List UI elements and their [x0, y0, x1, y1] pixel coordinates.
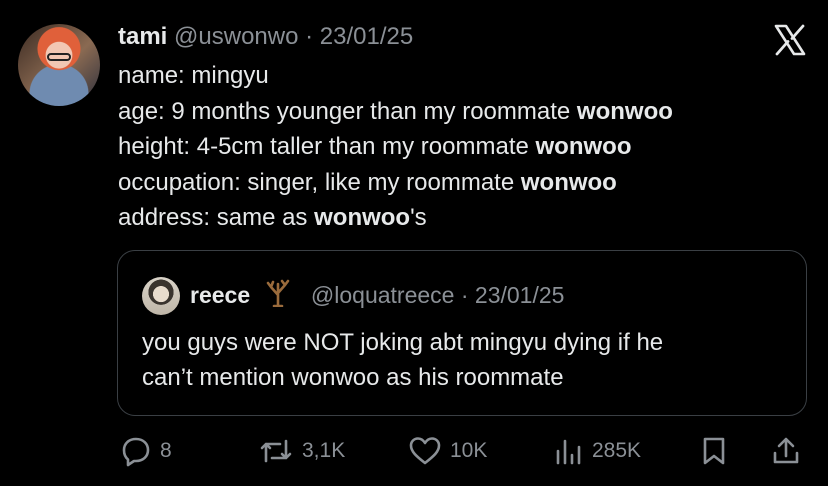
- tweet[interactable]: tami @uswonwo · 23/01/25 name: mingyu ag…: [0, 0, 828, 486]
- quote-avatar[interactable]: [142, 277, 180, 315]
- repost-icon: [260, 439, 292, 463]
- share-icon: [773, 437, 799, 464]
- views-count: 285K: [592, 439, 642, 462]
- quote-handle[interactable]: @loquatreece: [311, 282, 455, 308]
- line-bold: wonwoo: [520, 168, 617, 196]
- share-button[interactable]: [770, 434, 802, 468]
- body-line-occupation: occupation: singer, like my roommate won…: [118, 165, 673, 201]
- line-text: mingyu: [184, 62, 269, 89]
- bookmark-icon: [703, 437, 725, 465]
- handle[interactable]: @uswonwo: [174, 23, 298, 50]
- line-bold: wonwoo: [314, 204, 411, 231]
- quoted-tweet[interactable]: reece @loquatreece · 23/01/25 you guys w…: [117, 250, 807, 416]
- quote-timestamp[interactable]: 23/01/25: [475, 282, 565, 308]
- heart-icon: [409, 437, 441, 465]
- repost-count: 3,1K: [302, 439, 346, 462]
- body-line-name: name: mingyu: [118, 58, 673, 94]
- x-logo-icon: [774, 24, 806, 56]
- line-label: height:: [118, 133, 191, 160]
- views-icon: [556, 439, 581, 465]
- tweet-body: name: mingyu age: 9 months younger than …: [118, 58, 673, 236]
- line-label: occupation:: [118, 168, 241, 196]
- line-label: name:: [118, 62, 185, 89]
- line-text: singer, like my roommate: [240, 168, 521, 196]
- glasses-detail: [47, 53, 71, 61]
- quote-display-name[interactable]: reece: [190, 282, 250, 308]
- body-line-address: address: same as wonwoo's: [118, 200, 673, 236]
- line-label: address:: [118, 204, 211, 231]
- tweet-header: tami @uswonwo · 23/01/25: [118, 22, 413, 52]
- line-text: same as: [210, 204, 315, 231]
- line-suffix: 's: [410, 204, 427, 231]
- body-line-age: age: 9 months younger than my roommate w…: [118, 94, 673, 130]
- reply-count: 8: [160, 439, 172, 462]
- avatar[interactable]: [18, 24, 100, 106]
- quote-line: can’t mention wonwoo as his roommate: [142, 364, 564, 391]
- line-text: 4-5cm taller than my roommate: [190, 133, 536, 160]
- quote-line: you guys were NOT joking abt mingyu dyin…: [142, 329, 664, 356]
- quote-header: reece @loquatreece · 23/01/25: [190, 279, 564, 310]
- like-count: 10K: [450, 439, 488, 462]
- reply-button[interactable]: 8: [120, 434, 172, 468]
- separator: ·: [305, 23, 314, 50]
- action-bar: 8 3,1K 10K 285K: [0, 430, 828, 474]
- display-name[interactable]: tami: [118, 23, 167, 50]
- repost-button[interactable]: 3,1K: [258, 434, 345, 468]
- bare-tree-icon: [266, 279, 289, 307]
- line-label: age:: [118, 97, 165, 125]
- reply-icon: [122, 437, 150, 467]
- bookmark-button[interactable]: [700, 434, 728, 468]
- line-text: 9 months younger than my roommate: [164, 97, 577, 125]
- timestamp[interactable]: 23/01/25: [320, 23, 413, 50]
- line-bold: wonwoo: [576, 97, 673, 125]
- quote-separator: ·: [460, 282, 469, 308]
- line-bold: wonwoo: [535, 133, 632, 160]
- quote-text: you guys were NOT joking abt mingyu dyin…: [142, 325, 663, 395]
- body-line-height: height: 4-5cm taller than my roommate wo…: [118, 129, 673, 165]
- like-button[interactable]: 10K: [408, 434, 487, 468]
- views-button[interactable]: 285K: [554, 434, 641, 468]
